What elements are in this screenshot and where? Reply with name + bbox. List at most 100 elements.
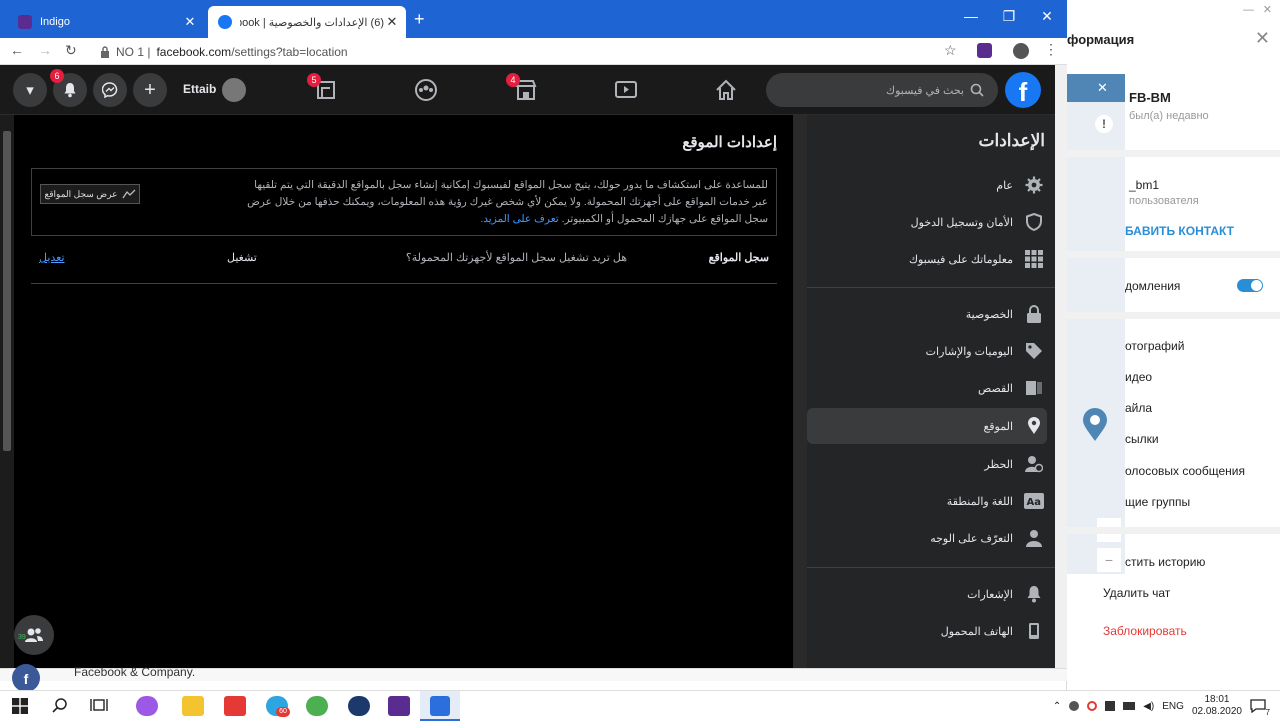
file-explorer-icon[interactable] — [182, 696, 204, 716]
groups-icon[interactable] — [406, 77, 446, 103]
windows-start-icon[interactable] — [12, 698, 28, 714]
sidebar-item-mobile[interactable]: الهاتف المحمول — [807, 613, 1047, 649]
chrome-icon[interactable] — [306, 696, 328, 716]
history-chart-icon — [121, 189, 136, 199]
yandex-browser-icon[interactable] — [224, 696, 246, 716]
sidebar-item-stories[interactable]: القصص — [807, 370, 1047, 406]
task-view-icon[interactable] — [90, 697, 108, 713]
media-voice[interactable]: олосовых сообщения — [1125, 464, 1245, 478]
telegram-minimize-icon[interactable]: — — [1243, 4, 1254, 16]
pages-badge: 5 — [307, 73, 321, 87]
profile-name[interactable]: Ettaib — [183, 82, 216, 96]
sidebar-item-blocking[interactable]: الحظر — [807, 446, 1047, 482]
tag-icon — [1023, 340, 1045, 362]
location-settings-panel: إعدادات الموقع للمساعدة على استكشاف ما ي… — [14, 115, 793, 668]
tab-indigo[interactable]: Indigo ✕ — [8, 6, 204, 38]
sidebar-item-face-recognition[interactable]: التعرّف على الوجه — [807, 520, 1047, 556]
window-minimize-button[interactable]: — — [952, 8, 990, 24]
face-recognition-icon — [1023, 527, 1045, 549]
contact-last-seen: был(а) недавно — [1129, 110, 1209, 122]
sidebar-item-security[interactable]: الأمان وتسجيل الدخول — [807, 204, 1047, 240]
tab-close-icon[interactable]: ✕ — [182, 14, 198, 30]
main-scrollbar[interactable] — [0, 115, 14, 668]
new-tab-button[interactable]: + — [414, 9, 425, 30]
sidebar-item-language[interactable]: اللغة والمنطقة Aa — [807, 483, 1047, 519]
clear-history-link[interactable]: стить историю — [1125, 555, 1205, 569]
row-status: تشغيل — [227, 252, 257, 264]
media-groups[interactable]: щие группы — [1125, 495, 1190, 509]
search-placeholder: بحث في فيسبوك — [886, 84, 964, 97]
watch-video-icon[interactable] — [606, 77, 646, 103]
tab-strip: Indigo ✕ (6) الإعدادات والخصوصية | Faceb… — [0, 0, 1067, 38]
contact-username: _bm1 — [1129, 178, 1160, 192]
indigo-extension-icon[interactable] — [977, 43, 992, 58]
sidebar-item-your-info[interactable]: معلوماتك على فيسبوك — [807, 241, 1047, 277]
sidebar-item-general[interactable]: عام — [807, 167, 1047, 203]
map-zoom-out-button[interactable]: − — [1097, 548, 1121, 572]
steam-icon[interactable] — [348, 696, 370, 716]
edit-link[interactable]: تعديل — [39, 251, 65, 264]
notifications-toggle[interactable] — [1237, 279, 1263, 292]
telegram-close-icon[interactable]: ✕ — [1255, 28, 1270, 49]
media-photos[interactable]: отографий — [1125, 339, 1184, 353]
back-arrow-icon[interactable]: ← — [10, 42, 24, 58]
account-menu-chevron-icon[interactable]: ▾ — [13, 73, 47, 107]
facebook-favicon-icon — [218, 15, 232, 29]
active-app-slot[interactable] — [420, 691, 460, 721]
gear-icon — [1023, 174, 1045, 196]
media-files[interactable]: айла — [1125, 401, 1152, 415]
messenger-icon[interactable] — [93, 73, 127, 107]
notifications-badge: 6 — [50, 69, 64, 83]
url-field[interactable]: NO 1 | facebook.com/settings?tab=locatio… — [100, 41, 960, 62]
map-close-icon[interactable]: ✕ — [1097, 80, 1108, 96]
alice-app-icon[interactable] — [136, 696, 158, 716]
clock[interactable]: 18:01 02.08.2020 — [1192, 694, 1242, 718]
window-restore-button[interactable]: ❐ — [990, 8, 1028, 25]
media-videos[interactable]: идео — [1125, 370, 1152, 384]
panel-divider — [793, 115, 807, 668]
tab-facebook-settings[interactable]: (6) الإعدادات والخصوصية | Facebook ✕ — [208, 6, 406, 38]
bookmark-star-icon[interactable]: ☆ — [944, 42, 957, 59]
view-location-history-button[interactable]: عرض سجل المواقع — [40, 184, 140, 204]
network-icon[interactable] — [1123, 702, 1136, 710]
profile-icon[interactable] — [1013, 43, 1029, 59]
facebook-logo-icon[interactable]: f — [1005, 72, 1041, 108]
block-user-link[interactable]: Заблокировать — [1103, 624, 1187, 638]
tray-app-icon[interactable] — [1069, 701, 1080, 711]
volume-icon[interactable]: ◀) — [1143, 701, 1154, 712]
reload-icon[interactable]: ↻ — [65, 42, 77, 59]
action-center-icon[interactable]: 7 — [1250, 699, 1270, 717]
opera-icon[interactable] — [1087, 701, 1098, 711]
facebook-search-input[interactable]: بحث في فيسبوك — [766, 73, 998, 107]
indigo-app-icon[interactable] — [388, 696, 410, 716]
media-links[interactable]: сылки — [1125, 432, 1159, 446]
sidebar-item-notifications[interactable]: الإشعارات — [807, 576, 1047, 612]
clock-date: 02.08.2020 — [1191, 706, 1242, 717]
delete-chat-link[interactable]: Удалить чат — [1103, 586, 1170, 600]
location-history-row[interactable]: سجل المواقع هل تريد تشغيل سجل المواقع لأ… — [31, 236, 777, 284]
window-close-button[interactable]: ✕ — [1028, 8, 1066, 25]
url-path: /settings?tab=location — [231, 44, 348, 59]
shield-icon — [1023, 211, 1045, 233]
language-indicator[interactable]: ENG — [1162, 701, 1184, 712]
tab-close-icon[interactable]: ✕ — [384, 14, 400, 30]
sidebar-item-timeline-tagging[interactable]: اليوميات والإشارات — [807, 333, 1047, 369]
learn-more-link[interactable]: تعرف على المزيد. — [480, 213, 558, 225]
sidebar-item-location[interactable]: الموقع — [807, 408, 1047, 444]
add-contact-link[interactable]: БАВИТЬ КОНТАКТ — [1125, 224, 1234, 238]
facebook-top-bar: ▾ 6 + Ettaib 5 4 بحث في فيسبوك f — [0, 65, 1055, 115]
profile-avatar[interactable] — [222, 78, 246, 102]
block-user-icon — [1023, 453, 1045, 475]
url-profile-label: NO 1 | — [116, 44, 151, 59]
address-bar-row: ← → ↻ NO 1 | facebook.com/settings?tab=l… — [0, 38, 1067, 65]
page-scrollbar[interactable] — [1055, 65, 1067, 668]
search-icon[interactable] — [52, 697, 68, 713]
create-plus-icon[interactable]: + — [133, 73, 167, 107]
browser-menu-icon[interactable]: ⋮ — [1044, 41, 1058, 58]
shield-tray-icon[interactable] — [1105, 701, 1116, 711]
tray-chevron-icon[interactable]: ⌃ — [1053, 701, 1061, 712]
telegram-close-window-icon[interactable]: ✕ — [1263, 3, 1272, 16]
home-icon[interactable] — [706, 77, 746, 103]
sidebar-item-privacy[interactable]: الخصوصية — [807, 296, 1047, 332]
forward-arrow-icon[interactable]: → — [38, 42, 52, 58]
